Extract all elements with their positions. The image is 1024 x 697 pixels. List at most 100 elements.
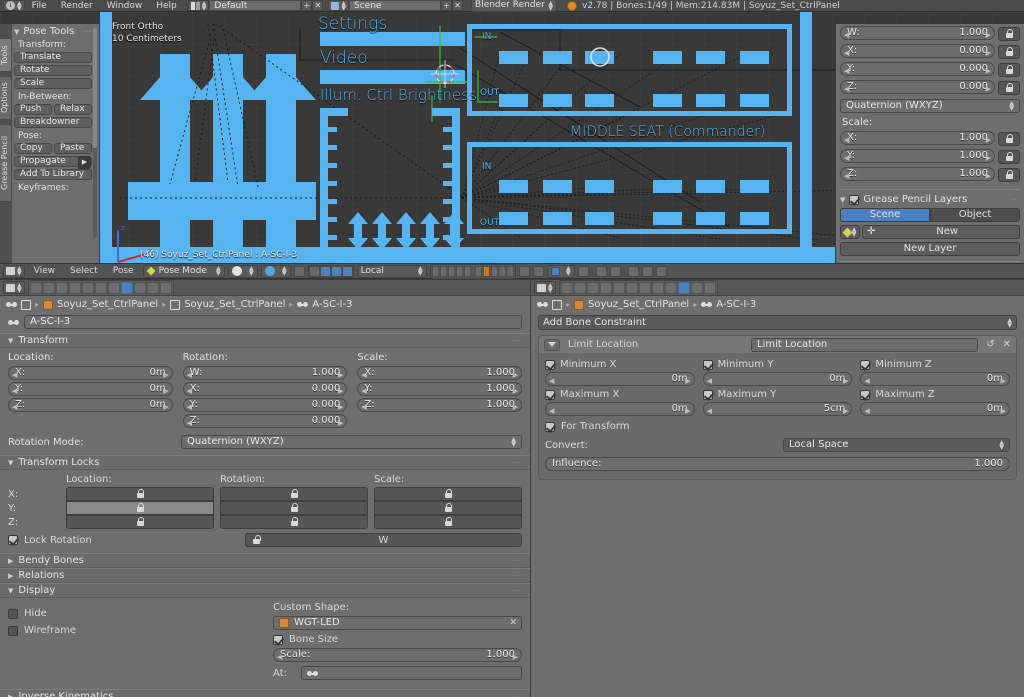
proportional-edit-icon[interactable] xyxy=(533,266,544,277)
expand-toggle[interactable] xyxy=(544,339,560,351)
gp-new-layer-button[interactable]: New Layer xyxy=(840,242,1020,256)
hide-checkbox[interactable] xyxy=(8,609,18,619)
increment-arrow-icon[interactable]: ▶ xyxy=(986,170,991,182)
scale-z-field[interactable]: ◀ Z: 1.000 ▶ xyxy=(357,398,522,412)
breadcrumb-armature[interactable]: Soyuz_Set_CtrlPanel xyxy=(184,299,285,310)
decrement-arrow-icon[interactable]: ◀ xyxy=(844,47,849,59)
menu-help[interactable]: Help xyxy=(149,0,184,12)
lock-scale-y-button[interactable] xyxy=(374,501,522,515)
lock-rotation-w-button[interactable] xyxy=(998,27,1020,41)
increment-arrow-icon[interactable]: ▶ xyxy=(986,152,991,164)
panel-grip[interactable]: ⋯ xyxy=(513,556,522,565)
display-section-header[interactable]: ▼ Display ⋯ xyxy=(0,583,530,598)
snap-magnet-icon[interactable] xyxy=(294,266,305,277)
increment-arrow-icon[interactable]: ▶ xyxy=(1001,375,1006,387)
panel-grip[interactable]: ⋯ xyxy=(513,336,522,345)
editor-type-selector-right[interactable]: ▲▼ xyxy=(534,281,556,294)
scene-tab-icon[interactable] xyxy=(587,282,599,294)
increment-arrow-icon[interactable]: ▶ xyxy=(338,385,343,397)
wireframe-row[interactable]: Wireframe xyxy=(8,625,263,636)
editor-type-selector[interactable]: ▲▼ xyxy=(3,265,25,278)
decrement-arrow-icon[interactable]: ◀ xyxy=(187,417,192,429)
lock-rotation-z-button[interactable] xyxy=(998,81,1020,95)
rotation-mode-dropdown[interactable]: Quaternion (WXYZ) ▲▼ xyxy=(840,99,1020,113)
increment-arrow-icon[interactable]: ▶ xyxy=(338,417,343,429)
lock-loc-y-button[interactable] xyxy=(66,501,214,515)
increment-arrow-icon[interactable]: ▶ xyxy=(338,369,343,381)
propagate-button[interactable]: Propagate ▶ xyxy=(14,156,92,167)
decrement-arrow-icon[interactable]: ◀ xyxy=(844,170,849,182)
for-transform-row[interactable]: For Transform xyxy=(545,421,1010,432)
lock-scale-z-button[interactable] xyxy=(998,168,1020,182)
increment-arrow-icon[interactable]: ▶ xyxy=(163,401,168,413)
chevron-down-icon[interactable]: ▼ xyxy=(14,28,19,36)
increment-arrow-icon[interactable]: ▶ xyxy=(685,375,690,387)
panel-grip[interactable]: ⋯ xyxy=(513,571,522,580)
clear-icon[interactable]: ✕ xyxy=(509,617,517,629)
lock-layers-icon[interactable] xyxy=(519,266,530,277)
scene-tab-icon[interactable] xyxy=(56,282,68,294)
bone-tab-icon[interactable] xyxy=(121,282,133,294)
increment-arrow-icon[interactable]: ▶ xyxy=(843,405,848,417)
maximum-y-checkbox[interactable] xyxy=(703,390,713,400)
material-tab-icon[interactable] xyxy=(147,282,159,294)
gp-scene-toggle[interactable]: Scene xyxy=(840,208,930,222)
tab-tools[interactable]: Tools xyxy=(0,38,12,72)
inverse-kinematics-section-header[interactable]: ▶ Inverse Kinematics ⋯ xyxy=(0,689,530,697)
minimum-z-field[interactable]: ◀ 0m ▶ xyxy=(860,372,1010,386)
increment-arrow-icon[interactable]: ▶ xyxy=(1001,405,1006,417)
decrement-arrow-icon[interactable]: ◀ xyxy=(864,405,869,417)
add-bone-constraint-dropdown[interactable]: Add Bone Constraint ▲▼ xyxy=(538,315,1017,330)
breadcrumb-object[interactable]: Soyuz_Set_CtrlPanel xyxy=(57,299,158,310)
panel-grip[interactable]: ⋯ xyxy=(513,458,522,467)
rotation-x-field[interactable]: ◀ X: 0.000 ▶ xyxy=(183,382,348,396)
decrement-arrow-icon[interactable]: ◀ xyxy=(549,405,554,417)
increment-arrow-icon[interactable]: ▶ xyxy=(986,47,991,59)
render-tab-icon[interactable] xyxy=(30,282,42,294)
decrement-arrow-icon[interactable]: ◀ xyxy=(187,369,192,381)
panel-grip[interactable]: ⋯ xyxy=(83,27,92,36)
lock-rotation-y-button[interactable] xyxy=(998,63,1020,77)
custom-shape-scale-field[interactable]: ◀ Scale: 1.000 ▶ xyxy=(273,648,522,662)
scale-x-field[interactable]: ◀ X: 1.000 ▶ xyxy=(840,131,995,145)
world-tab-icon[interactable] xyxy=(600,282,612,294)
refresh-icon[interactable]: ↺ xyxy=(986,339,994,350)
increment-arrow-icon[interactable]: ▶ xyxy=(513,369,518,381)
decrement-arrow-icon[interactable]: ◀ xyxy=(844,29,849,41)
add-to-library-button[interactable]: Add To Library xyxy=(14,169,92,180)
render-engine-dropdown[interactable]: Blender Render ▲▼ xyxy=(471,0,557,12)
maximum-y-field[interactable]: ◀ 5cm ▶ xyxy=(703,402,853,416)
increment-arrow-icon[interactable]: ▶ xyxy=(513,401,518,413)
viewport-menu-view[interactable]: View xyxy=(28,266,61,276)
breadcrumb-bone[interactable]: A-SC-I-3 xyxy=(716,299,756,310)
panel-grip[interactable]: ⋯ xyxy=(1011,195,1020,204)
copy-pose-button[interactable]: Copy xyxy=(14,143,52,154)
for-transform-checkbox[interactable] xyxy=(545,422,555,432)
info-editor-type-icon[interactable]: i ▲▼ xyxy=(3,0,25,11)
scene-name-field[interactable]: Scene xyxy=(349,0,441,11)
modifiers-tab-icon[interactable] xyxy=(639,282,651,294)
lock-rotation-x-button[interactable] xyxy=(998,45,1020,59)
lock-scale-x-button[interactable] xyxy=(374,487,522,501)
close-icon[interactable]: ✕ xyxy=(1003,339,1011,350)
wireframe-checkbox[interactable] xyxy=(8,626,18,636)
chevron-down-icon[interactable]: ▼ xyxy=(840,196,845,204)
decrement-arrow-icon[interactable]: ◀ xyxy=(361,401,366,413)
panel-grip[interactable]: ⋯ xyxy=(513,692,522,697)
decrement-arrow-icon[interactable]: ◀ xyxy=(361,385,366,397)
rotation-x-field[interactable]: ◀ X: 0.000 ▶ xyxy=(840,44,995,58)
decrement-arrow-icon[interactable]: ◀ xyxy=(707,375,712,387)
increment-arrow-icon[interactable]: ▶ xyxy=(513,651,518,663)
minimum-z-checkbox[interactable] xyxy=(860,360,870,370)
tool-shelf-scrollbar[interactable] xyxy=(93,28,97,238)
at-field[interactable] xyxy=(301,666,522,680)
add-screen-layout-button[interactable]: + xyxy=(301,0,312,11)
lock-scale-y-button[interactable] xyxy=(998,150,1020,164)
menu-render[interactable]: Render xyxy=(54,0,100,12)
layer-visibility-grid[interactable] xyxy=(430,264,516,279)
bone-tab-icon[interactable] xyxy=(665,282,677,294)
mode-dropdown[interactable]: Pose Mode ▲▼ xyxy=(143,265,225,278)
render-view-icon[interactable] xyxy=(578,266,589,277)
decrement-arrow-icon[interactable]: ◀ xyxy=(844,152,849,164)
world-tab-icon[interactable] xyxy=(69,282,81,294)
